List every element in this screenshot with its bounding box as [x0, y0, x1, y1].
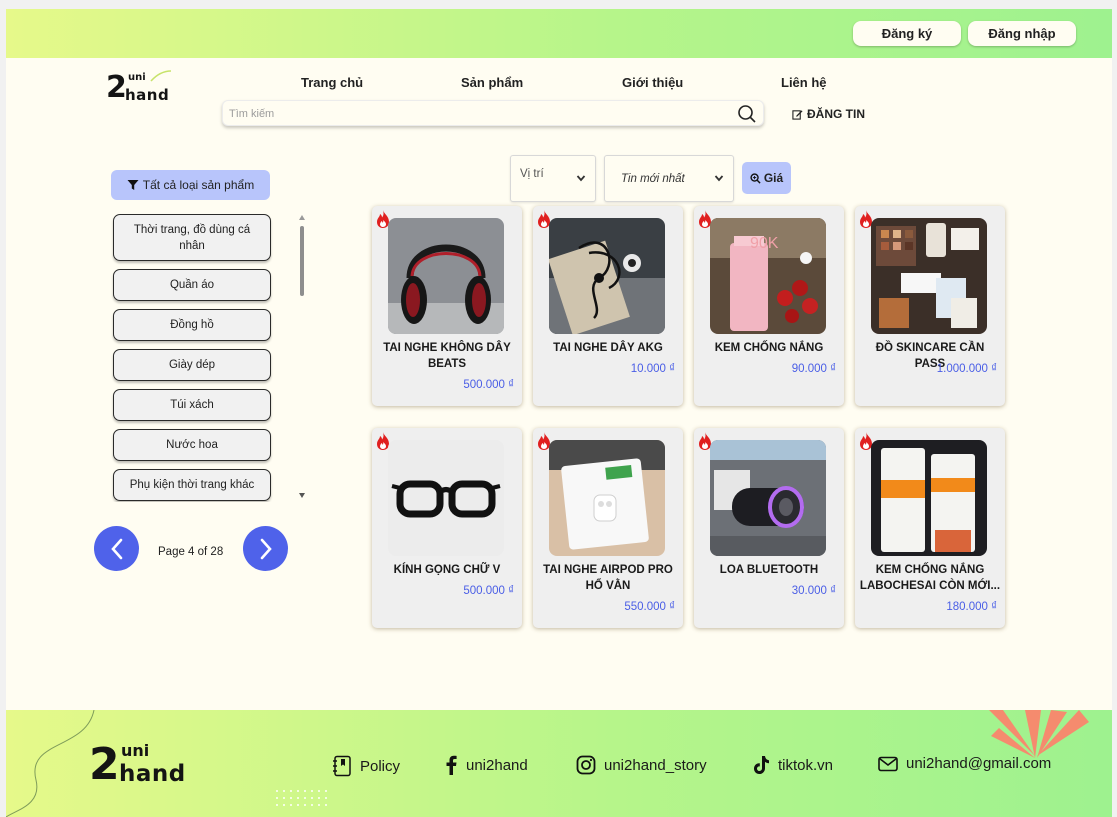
product-price: 30.000 ₫	[791, 585, 836, 597]
product-price: 500.000 ₫	[463, 379, 514, 391]
page: Đăng ký Đăng nhập 2 uni hand Trang chủ S…	[6, 9, 1112, 817]
nav-contact[interactable]: Liên hệ	[781, 75, 827, 90]
product-price: 90.000 ₫	[791, 363, 836, 375]
login-button[interactable]: Đăng nhập	[968, 21, 1076, 46]
category-item[interactable]: Quần áo	[113, 269, 271, 301]
search-icon[interactable]	[737, 104, 757, 124]
product-card[interactable]: 90K KEM CHỐNG NẮNG 90.000 ₫	[694, 206, 844, 406]
footer-link-tiktok[interactable]: tiktok.vn	[752, 755, 833, 775]
category-item[interactable]: Giày dép	[113, 349, 271, 381]
product-card[interactable]: ĐỒ SKINCARE CẦN PASS 1.000.000 ₫	[855, 206, 1005, 406]
price-filter-button[interactable]: Giá	[742, 162, 791, 194]
all-categories-label: Tất cả loại sản phẩm	[142, 178, 255, 192]
category-scrollbar[interactable]	[298, 214, 306, 499]
next-page-button[interactable]	[243, 526, 288, 571]
product-price: 500.000 ₫	[463, 585, 514, 597]
image-overlay-text: 90K	[750, 235, 779, 252]
product-price: 1.000.000 ₫	[936, 363, 997, 375]
top-bar: Đăng ký Đăng nhập	[6, 9, 1112, 58]
product-title[interactable]: KÍNH GỌNG CHỮ V	[376, 562, 518, 578]
footer-logo-uni: uni	[121, 741, 150, 760]
product-card[interactable]: LOA BLUETOOTH 30.000 ₫	[694, 428, 844, 628]
category-item[interactable]: Phụ kiện thời trang khác	[113, 469, 271, 501]
product-price: 550.000 ₫	[624, 601, 675, 613]
category-list: Thời trang, đồ dùng cá nhân Quần áo Đồng…	[111, 212, 311, 502]
product-title[interactable]: TAI NGHE KHÔNG DÂY BEATS	[376, 340, 518, 372]
instagram-icon	[576, 755, 596, 775]
logo-digit: 2	[106, 70, 127, 105]
footer-link-email[interactable]: uni2hand@gmail.com	[878, 755, 1051, 772]
footer-link-policy[interactable]: Policy	[332, 755, 400, 777]
chevron-down-icon	[714, 175, 724, 182]
nav-home[interactable]: Trang chủ	[301, 75, 363, 90]
all-categories-button[interactable]: Tất cả loại sản phẩm	[111, 170, 270, 200]
category-item[interactable]: Đồng hồ	[113, 309, 271, 341]
product-card[interactable]: KEM CHỐNG NẮNG LABOCHESAI CÒN MỚI... 180…	[855, 428, 1005, 628]
footer-logo-digit: 2	[89, 739, 120, 790]
book-icon	[333, 755, 351, 777]
footer-link-label: uni2hand	[466, 756, 528, 774]
product-image[interactable]	[549, 218, 665, 334]
footer-link-label: Policy	[360, 757, 401, 775]
product-title[interactable]: LOA BLUETOOTH	[698, 562, 840, 578]
chevron-right-icon	[260, 538, 272, 559]
footer-logo-word: hand	[119, 761, 186, 787]
footer-link-instagram[interactable]: uni2hand_story	[576, 755, 707, 775]
post-listing-label: ĐĂNG TIN	[807, 107, 865, 121]
nav-products[interactable]: Sản phẩm	[461, 75, 523, 90]
product-card[interactable]: TAI NGHE AIRPOD PRO HỔ VẰN 550.000 ₫	[533, 428, 683, 628]
product-image[interactable]	[549, 440, 665, 556]
location-select-label: Vị trí	[520, 168, 544, 180]
product-image[interactable]: 90K	[710, 218, 826, 334]
facebook-icon	[446, 755, 457, 775]
page-indicator: Page 4 of 28	[158, 546, 224, 558]
category-item[interactable]: Nước hoa	[113, 429, 271, 461]
footer: 2 uni hand Policy uni2hand uni2hand_stor…	[6, 710, 1112, 817]
chevron-down-icon	[576, 175, 586, 182]
footer-link-facebook[interactable]: uni2hand	[444, 755, 528, 775]
category-item[interactable]: Thời trang, đồ dùng cá nhân	[113, 214, 271, 261]
sort-select[interactable]: Tin mới nhất	[604, 155, 734, 202]
product-image[interactable]	[388, 440, 504, 556]
nav-about[interactable]: Giới thiệu	[622, 75, 683, 90]
mail-icon	[878, 756, 898, 771]
product-card[interactable]: TAI NGHE DÂY AKG 10.000 ₫	[533, 206, 683, 406]
product-title[interactable]: KEM CHỐNG NẮNG LABOCHESAI CÒN MỚI...	[859, 562, 1001, 594]
logo-uni: uni	[128, 72, 146, 83]
sort-select-label: Tin mới nhất	[621, 173, 685, 185]
product-title[interactable]: KEM CHỐNG NẮNG	[698, 340, 840, 356]
product-price: 10.000 ₫	[630, 363, 675, 375]
footer-link-label: uni2hand@gmail.com	[906, 755, 1052, 772]
footer-decor-dots	[276, 790, 327, 806]
search-bar	[222, 100, 764, 126]
footer-link-label: tiktok.vn	[778, 756, 834, 774]
product-image[interactable]	[388, 218, 504, 334]
zoom-search-icon	[750, 172, 761, 184]
product-card[interactable]: TAI NGHE KHÔNG DÂY BEATS 500.000 ₫	[372, 206, 522, 406]
product-title[interactable]: TAI NGHE AIRPOD PRO HỔ VẰN	[537, 562, 679, 594]
price-filter-label: Giá	[763, 171, 784, 185]
filter-icon	[127, 180, 139, 190]
product-price: 180.000 ₫	[946, 601, 997, 613]
product-title[interactable]: TAI NGHE DÂY AKG	[537, 340, 679, 356]
product-image[interactable]	[871, 218, 987, 334]
category-item[interactable]: Túi xách	[113, 389, 271, 421]
post-listing-button[interactable]: ĐĂNG TIN	[792, 107, 865, 121]
footer-logo[interactable]: 2 uni hand	[89, 743, 204, 793]
chevron-left-icon	[110, 538, 122, 559]
footer-link-label: uni2hand_story	[604, 756, 707, 774]
header-logo[interactable]: 2 uni hand	[106, 70, 176, 107]
logo-word: hand	[125, 86, 170, 104]
product-image[interactable]	[710, 440, 826, 556]
product-card[interactable]: KÍNH GỌNG CHỮ V 500.000 ₫	[372, 428, 522, 628]
product-image[interactable]	[871, 440, 987, 556]
footer-decor-burst	[989, 710, 1089, 758]
register-button[interactable]: Đăng ký	[853, 21, 961, 46]
search-input[interactable]	[229, 105, 729, 123]
location-select[interactable]: Vị trí	[510, 155, 596, 202]
edit-icon	[792, 109, 803, 120]
prev-page-button[interactable]	[94, 526, 139, 571]
tiktok-icon	[754, 756, 769, 774]
logo-swoosh-icon	[150, 70, 172, 82]
